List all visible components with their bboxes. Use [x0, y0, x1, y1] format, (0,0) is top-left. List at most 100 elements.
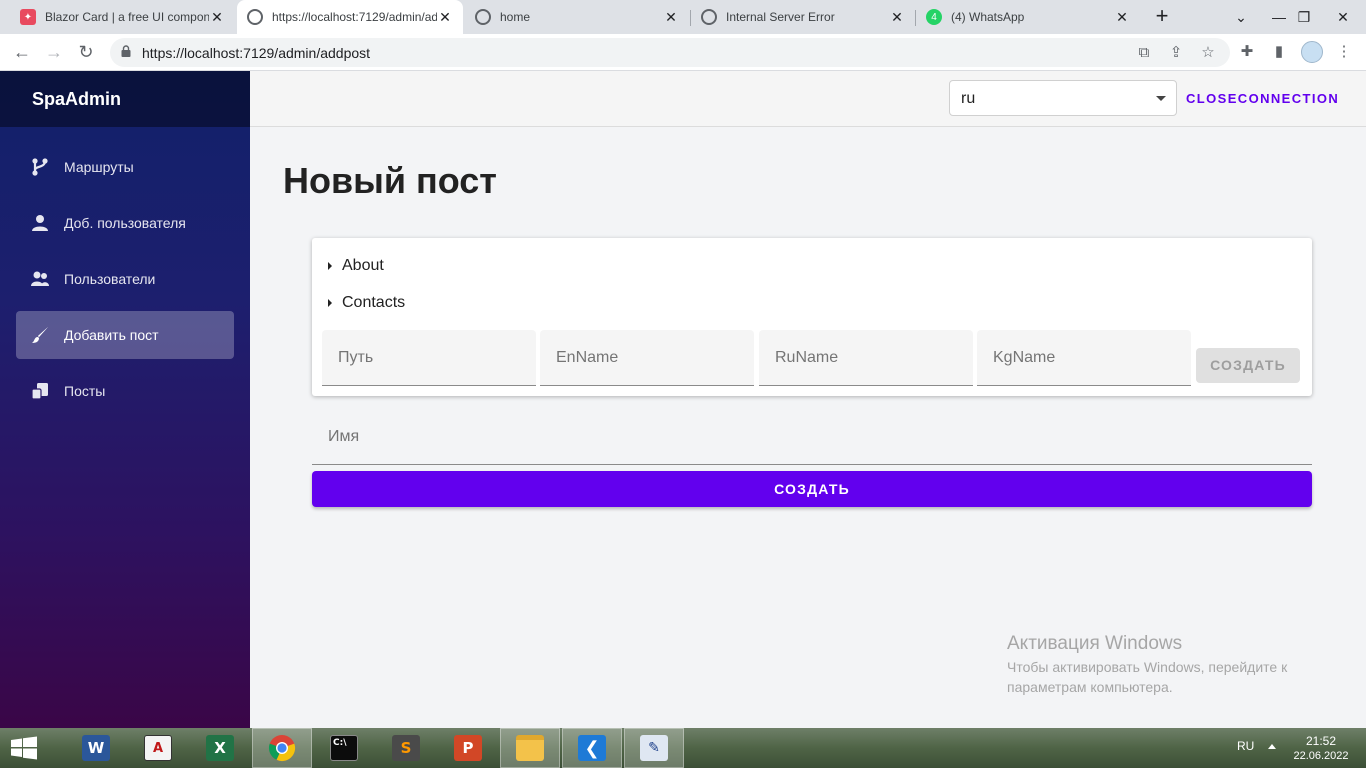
browser-toolbar: ← → ↻ https://localhost:7129/admin/addpo… [0, 34, 1366, 71]
tree-item-contacts[interactable]: Contacts [328, 294, 405, 312]
open-in-app-icon[interactable]: ⧉ [1134, 43, 1154, 63]
sidebar-item-add-user[interactable]: Доб. пользователя [16, 199, 234, 247]
tray-expand-icon[interactable] [1268, 744, 1276, 749]
close-icon[interactable]: ✕ [437, 9, 453, 26]
vscode-app-glyph: ❮ [578, 735, 606, 761]
globe-icon [247, 9, 263, 25]
sidebar-item-label: Доб. пользователя [64, 215, 186, 231]
sidebar-item-routes[interactable]: Маршруты [16, 143, 234, 191]
clock-time: 21:52 [1305, 734, 1337, 748]
vscode-icon[interactable]: ❮ [562, 728, 622, 768]
restore-icon[interactable]: ❐ [1289, 0, 1319, 34]
chrome-icon[interactable] [252, 728, 312, 768]
tab-internal-server-error[interactable]: Internal Server Error ✕ [691, 0, 915, 34]
add-user-icon [30, 213, 50, 233]
sublime-app-glyph: S [392, 735, 420, 761]
sidebar-item-label: Добавить пост [64, 327, 159, 343]
menu-icon[interactable]: ⋮ [1334, 42, 1354, 62]
back-icon[interactable]: ← [10, 40, 34, 64]
whatsapp-icon: 4 [926, 9, 942, 25]
sidebar-item-label: Пользователи [64, 271, 156, 287]
tree-item-about[interactable]: About [328, 257, 384, 275]
forward-icon[interactable]: → [42, 40, 66, 64]
sidebar-nav: Маршруты Доб. пользователя Пользователи … [16, 143, 234, 423]
watermark-title: Активация Windows [1007, 633, 1183, 654]
file-explorer-icon[interactable] [500, 728, 560, 768]
en-name-field[interactable]: EnName [540, 330, 754, 386]
language-value: ru [961, 90, 976, 107]
sidebar-item-posts[interactable]: Посты [16, 367, 234, 415]
language-select[interactable]: ru [949, 80, 1177, 116]
tab-title: home [500, 10, 531, 24]
blazor-favicon: ✦ [20, 9, 36, 25]
bookmark-star-icon[interactable]: ☆ [1198, 43, 1218, 63]
word-app-glyph: W [82, 735, 110, 761]
brand-title[interactable]: SpaAdmin [0, 71, 250, 127]
path-field[interactable]: Путь [322, 330, 536, 386]
windows-taskbar: W A X C:\ S P ❮ ✎ RU 21:52 22.06.2022 [0, 728, 1366, 768]
tab-blazor-card[interactable]: ✦ Blazor Card | a free UI component ✕ [10, 0, 235, 34]
extensions-icon[interactable]: ✚ [1237, 42, 1257, 62]
ru-name-field[interactable]: RuName [759, 330, 973, 386]
close-icon[interactable]: ✕ [663, 9, 679, 26]
clock[interactable]: 21:52 22.06.2022 [1290, 734, 1352, 764]
watermark-text: Чтобы активировать Windows, перейдите к … [1007, 659, 1288, 695]
sidebar-item-add-post[interactable]: Добавить пост [16, 311, 234, 359]
side-panel-icon[interactable]: ▮ [1269, 42, 1289, 62]
sidebar-item-users[interactable]: Пользователи [16, 255, 234, 303]
clock-date: 22.06.2022 [1293, 750, 1349, 762]
cmd-app-glyph: C:\ [330, 735, 358, 761]
address-bar[interactable]: https://localhost:7129/admin/addpost ⧉ ⇪… [110, 38, 1230, 67]
url-text: https://localhost:7129/admin/addpost [142, 45, 371, 61]
routes-icon [30, 157, 50, 177]
paint-app-glyph: ✎ [640, 735, 668, 761]
explorer-app-glyph [516, 735, 544, 761]
tab-addpost[interactable]: https://localhost:7129/admin/addpost ✕ [237, 0, 463, 34]
kg-name-field-label: KgName [993, 349, 1056, 366]
word-icon[interactable]: W [66, 728, 126, 768]
brush-icon [30, 325, 50, 345]
aw-app-glyph: A [144, 735, 172, 761]
globe-icon [701, 9, 717, 25]
new-tab-icon[interactable]: + [1150, 5, 1174, 29]
app-aw-icon[interactable]: A [128, 728, 188, 768]
tab-home[interactable]: home ✕ [465, 0, 689, 34]
excel-app-glyph: X [206, 735, 234, 761]
paint-icon[interactable]: ✎ [624, 728, 684, 768]
powerpoint-icon[interactable]: P [438, 728, 498, 768]
post-card: About Contacts Путь EnName RuName KgName… [312, 238, 1312, 396]
share-icon[interactable]: ⇪ [1166, 43, 1186, 63]
create-post-button[interactable]: СОЗДАТЬ [312, 471, 1312, 507]
keyboard-language[interactable]: RU [1237, 739, 1254, 753]
cmd-icon[interactable]: C:\ [314, 728, 374, 768]
close-connection-button[interactable]: CLOSECONNECTION [1186, 91, 1339, 106]
tree-item-label: Contacts [342, 294, 406, 311]
name-field[interactable]: Имя [312, 410, 1312, 465]
tab-search-icon[interactable]: ⌄ [1226, 0, 1256, 34]
tab-title: Internal Server Error [726, 10, 835, 24]
sidebar: SpaAdmin Маршруты Доб. пользователя Поль… [0, 71, 250, 728]
close-icon[interactable]: ✕ [1114, 9, 1130, 26]
globe-icon [475, 9, 491, 25]
sublime-icon[interactable]: S [376, 728, 436, 768]
excel-icon[interactable]: X [190, 728, 250, 768]
expand-arrow-icon[interactable] [328, 299, 332, 307]
tab-title: Blazor Card | a free UI component [45, 10, 209, 24]
reload-icon[interactable]: ↻ [74, 40, 98, 64]
lock-icon [121, 45, 131, 57]
path-field-label: Путь [338, 349, 374, 366]
kg-name-field[interactable]: KgName [977, 330, 1191, 386]
sidebar-item-label: Посты [64, 383, 106, 399]
expand-arrow-icon[interactable] [328, 262, 332, 270]
app-header: ru CLOSECONNECTION [250, 71, 1366, 127]
tab-whatsapp[interactable]: 4 (4) WhatsApp ✕ [916, 0, 1140, 34]
close-window-icon[interactable]: ✕ [1328, 0, 1358, 34]
close-icon[interactable]: ✕ [889, 9, 905, 26]
create-route-button[interactable]: СОЗДАТЬ [1196, 348, 1300, 383]
windows-start-icon[interactable] [10, 736, 38, 760]
caret-down-icon [1156, 96, 1166, 101]
close-icon[interactable]: ✕ [209, 9, 225, 26]
avatar[interactable] [1301, 41, 1323, 63]
windows-activation-watermark: Активация Windows Чтобы активировать Win… [1007, 633, 1317, 697]
posts-icon [30, 381, 50, 401]
